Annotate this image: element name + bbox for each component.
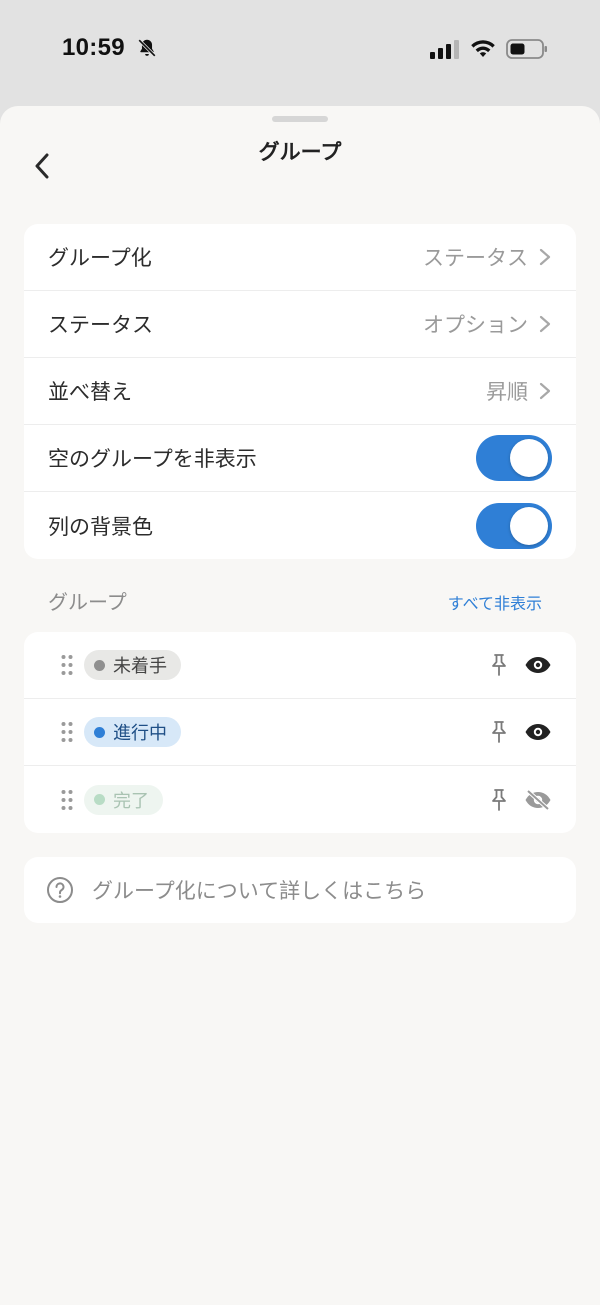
status-dot: [94, 726, 105, 738]
column-background-label: 列の背景色: [48, 514, 153, 539]
status-pill: 進行中: [84, 717, 181, 747]
column-background-row: 列の背景色: [24, 492, 576, 559]
status-pill: 未着手: [84, 650, 181, 680]
toggle-knob: [510, 506, 548, 545]
wifi-icon: [471, 40, 495, 57]
group-by-label: グループ化: [48, 246, 152, 270]
drag-handle-icon[interactable]: [60, 720, 74, 744]
status-pill: 完了: [84, 784, 163, 815]
status-dot: [94, 659, 105, 671]
learn-more-link[interactable]: グループ化について詳しくはこちら: [24, 857, 576, 923]
bell-slash-icon: [138, 39, 156, 57]
status-pill-label: 完了: [113, 790, 149, 812]
settings-card: グループ化 ステータス ステータス オプション 並べ替え 昇順 空のグループを非…: [24, 224, 576, 559]
group-by-value: ステータス: [423, 246, 528, 270]
sheet-grabber[interactable]: [272, 116, 328, 122]
pin-icon[interactable]: [488, 788, 510, 812]
groups-card: 未着手 進行中 完了: [24, 632, 576, 833]
status-label: ステータス: [48, 313, 153, 337]
battery-icon: [506, 39, 547, 59]
toggle-knob: [510, 439, 548, 477]
hide-all-button[interactable]: すべて非表示: [448, 590, 542, 614]
status-dot: [94, 794, 105, 805]
status-row[interactable]: ステータス オプション: [24, 291, 576, 358]
sort-value: 昇順: [486, 380, 528, 404]
chevron-right-icon: [539, 248, 551, 266]
eye-icon[interactable]: [524, 654, 552, 676]
column-background-toggle[interactable]: [476, 502, 552, 549]
page-title: グループ: [258, 140, 342, 164]
group-row-done[interactable]: 完了: [24, 766, 576, 833]
sort-row[interactable]: 並べ替え 昇順: [24, 358, 576, 425]
eye-icon[interactable]: [524, 721, 552, 743]
groups-section-title: グループ: [48, 590, 127, 614]
status-time: 10:59: [62, 34, 125, 61]
drag-handle-icon[interactable]: [60, 653, 74, 677]
pin-icon[interactable]: [488, 653, 510, 677]
hide-empty-groups-toggle[interactable]: [476, 435, 552, 481]
chevron-right-icon: [539, 382, 551, 400]
group-row-in-progress[interactable]: 進行中: [24, 699, 576, 766]
hide-empty-groups-row: 空のグループを非表示: [24, 425, 576, 492]
status-pill-label: 未着手: [113, 656, 167, 677]
chevron-right-icon: [539, 315, 551, 333]
question-circle-icon: [47, 877, 73, 903]
sort-label: 並べ替え: [48, 380, 132, 404]
pin-icon[interactable]: [488, 720, 510, 744]
group-by-row[interactable]: グループ化 ステータス: [24, 224, 576, 291]
status-pill-label: 進行中: [113, 723, 167, 744]
bottom-sheet: グループ グループ化 ステータス ステータス オプション 並べ替え 昇順 空のグ…: [0, 106, 600, 1305]
learn-more-text: グループ化について詳しくはこちら: [92, 879, 427, 903]
drag-handle-icon[interactable]: [60, 788, 74, 812]
signal-icon: [430, 40, 459, 59]
status-bar: 10:59: [0, 0, 600, 100]
eye-slash-icon[interactable]: [524, 789, 552, 811]
status-value: オプション: [423, 313, 528, 337]
hide-empty-groups-label: 空のグループを非表示: [48, 447, 257, 471]
group-row-not-started[interactable]: 未着手: [24, 632, 576, 699]
